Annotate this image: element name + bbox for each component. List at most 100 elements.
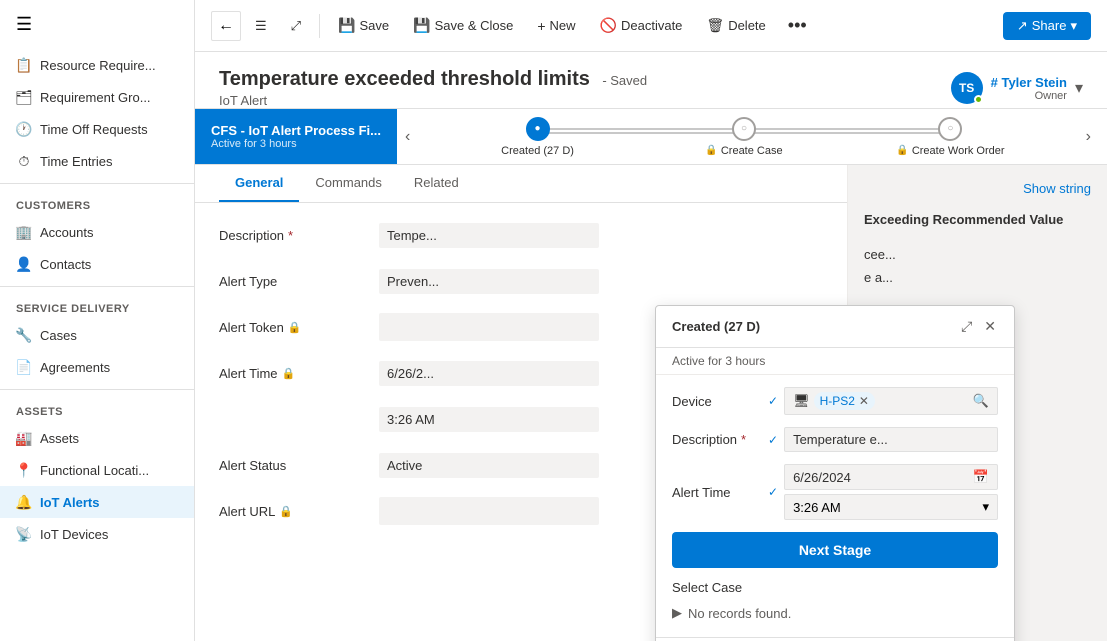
sidebar-item-assets[interactable]: 🏭 Assets: [0, 422, 194, 454]
owner-name[interactable]: # Tyler Stein: [991, 75, 1067, 90]
popup-required-description: *: [741, 432, 746, 447]
next-stage-button[interactable]: Next Stage: [672, 532, 998, 568]
sidebar-section-customers: Customers: [0, 190, 194, 216]
toolbar-separator-1: [319, 14, 320, 38]
form-value-alert-token[interactable]: [379, 313, 599, 341]
back-button[interactable]: ←: [211, 11, 241, 41]
sidebar-divider-2: [0, 286, 194, 287]
active-stage-sub: Active for 3 hours: [211, 138, 381, 150]
record-saved-badge: - Saved: [602, 73, 647, 88]
sidebar-section-assets: Assets: [0, 396, 194, 422]
popup-expand-button[interactable]: ⤢: [959, 316, 974, 337]
content-tabs: General Commands Related: [195, 165, 847, 203]
iot-alerts-icon: 🔔: [16, 494, 32, 510]
truncated-1: cee...: [864, 247, 1091, 262]
owner-label: Owner: [991, 90, 1067, 102]
step-circle-create-work-order: ○: [938, 117, 962, 141]
no-records-row: ▶ No records found.: [672, 601, 998, 625]
form-label-alert-url: Alert URL 🔒: [219, 504, 379, 519]
form-value-alert-type[interactable]: Preven...: [379, 269, 599, 294]
process-flow: CFS - IoT Alert Process Fi... Active for…: [195, 109, 1107, 165]
save-close-button[interactable]: 💾 Save & Close: [403, 11, 523, 40]
form-value-alert-time-2[interactable]: 3:26 AM: [379, 407, 599, 432]
save-button[interactable]: 💾 Save: [328, 11, 399, 40]
tab-commands[interactable]: Commands: [299, 165, 397, 202]
sidebar-item-cases[interactable]: 🔧 Cases: [0, 319, 194, 351]
exceeds-label: Exceeding Recommended Value: [864, 212, 1091, 227]
expand-button[interactable]: ⤢: [281, 12, 311, 40]
active-stage-name: CFS - IoT Alert Process Fi...: [211, 123, 381, 138]
record-title: Temperature exceeded threshold limits: [219, 68, 590, 90]
time-entries-icon: ⏱: [16, 153, 32, 169]
popup-close-button[interactable]: ✕: [982, 316, 998, 337]
expand-icon: ⤢: [291, 18, 301, 34]
sidebar-item-requirement-groups[interactable]: 🗂 Requirement Gro...: [0, 81, 194, 113]
form-label-description: Description *: [219, 228, 379, 243]
sidebar-divider-3: [0, 389, 194, 390]
process-step-create-case[interactable]: ○ 🔒 Create Case: [641, 117, 847, 157]
popup-value-device[interactable]: 🖥 H-PS2 ✕ 🔍: [784, 387, 998, 415]
share-icon: ↗: [1017, 18, 1028, 34]
device-tag-remove[interactable]: ✕: [859, 394, 869, 408]
popup-header-icons: ⤢ ✕: [959, 316, 998, 337]
show-string-link[interactable]: Show string: [1023, 181, 1091, 196]
sidebar-item-contacts[interactable]: 👤 Contacts: [0, 248, 194, 280]
deactivate-icon: 🚫: [600, 17, 617, 34]
form-value-alert-time[interactable]: 6/26/2...: [379, 361, 599, 386]
sidebar-section-service-delivery: Service Delivery: [0, 293, 194, 319]
popup-alert-time-container: 6/26/2024 📅 3:26 AM ▾: [784, 464, 998, 520]
record-header: Temperature exceeded threshold limits - …: [195, 52, 1107, 109]
form-value-alert-url[interactable]: [379, 497, 599, 525]
deactivate-button[interactable]: 🚫 Deactivate: [590, 11, 693, 40]
time-off-icon: 🕐: [16, 121, 32, 137]
process-prev-button[interactable]: ‹: [397, 109, 418, 164]
form-value-alert-status[interactable]: Active: [379, 453, 599, 478]
delete-button[interactable]: 🗑 Delete: [696, 11, 775, 40]
popup-field-row-device: Device ✓ 🖥 H-PS2 ✕ 🔍: [672, 387, 998, 415]
hamburger-menu-icon[interactable]: ☰: [0, 0, 194, 49]
more-button[interactable]: •••: [780, 9, 815, 42]
popup-value-date[interactable]: 6/26/2024 📅: [784, 464, 998, 490]
sidebar-item-functional-locations[interactable]: 📍 Functional Locati...: [0, 454, 194, 486]
form-value-description[interactable]: Tempe...: [379, 223, 599, 248]
record-title-area: Temperature exceeded threshold limits - …: [219, 68, 647, 108]
popup-label-alert-time: Alert Time: [672, 485, 762, 500]
process-next-button[interactable]: ›: [1078, 128, 1099, 146]
required-indicator-description: *: [288, 228, 293, 243]
sidebar-item-time-off-requests[interactable]: 🕐 Time Off Requests: [0, 113, 194, 145]
sidebar-item-time-entries[interactable]: ⏱ Time Entries: [0, 145, 194, 177]
process-step-created[interactable]: ● Created (27 D): [434, 117, 640, 157]
owner-chevron-icon[interactable]: ▾: [1075, 78, 1083, 98]
delete-icon: 🗑: [706, 17, 724, 34]
sidebar-item-iot-alerts[interactable]: 🔔 IoT Alerts: [0, 486, 194, 518]
sidebar-item-agreements[interactable]: 📄 Agreements: [0, 351, 194, 383]
sidebar-item-accounts[interactable]: 🏢 Accounts: [0, 216, 194, 248]
popup-active-label: Active for 3 hours: [672, 354, 765, 368]
form-label-alert-status: Alert Status: [219, 458, 379, 473]
stage-popup: Created (27 D) ⤢ ✕ Active for 3 hours: [655, 305, 1015, 641]
sidebar-item-iot-devices[interactable]: 📡 IoT Devices: [0, 518, 194, 550]
tab-general[interactable]: General: [219, 165, 299, 202]
popup-field-row-alert-time: Alert Time ✓ 6/26/2024 📅 3:26 AM ▾: [672, 464, 998, 520]
alert-url-lock-icon: 🔒: [279, 505, 293, 518]
create-work-order-lock-icon: 🔒: [896, 145, 908, 156]
device-search-icon[interactable]: 🔍: [973, 393, 989, 409]
step-label-created: Created (27 D): [501, 145, 574, 157]
popup-value-time[interactable]: 3:26 AM ▾: [784, 494, 998, 520]
new-button[interactable]: + New: [527, 12, 585, 40]
step-circle-create-case: ○: [732, 117, 756, 141]
sidebar-item-resource-requirements[interactable]: 📋 Resource Require...: [0, 49, 194, 81]
tab-related[interactable]: Related: [398, 165, 475, 202]
form-row-alert-type: Alert Type Preven...: [219, 265, 823, 297]
share-button[interactable]: ↗ Share ▾: [1003, 12, 1091, 40]
list-view-button[interactable]: ☰: [245, 12, 277, 40]
popup-value-description[interactable]: Temperature e...: [784, 427, 998, 452]
select-case-label: Select Case: [672, 580, 998, 595]
process-step-create-work-order[interactable]: ○ 🔒 Create Work Order: [847, 117, 1053, 157]
process-active-stage[interactable]: CFS - IoT Alert Process Fi... Active for…: [195, 109, 397, 164]
save-icon: 💾: [338, 17, 355, 34]
owner-info: # Tyler Stein Owner: [991, 75, 1067, 102]
step-label-create-work-order: 🔒 Create Work Order: [896, 145, 1004, 157]
cases-icon: 🔧: [16, 327, 32, 343]
list-view-icon: ☰: [255, 18, 267, 34]
